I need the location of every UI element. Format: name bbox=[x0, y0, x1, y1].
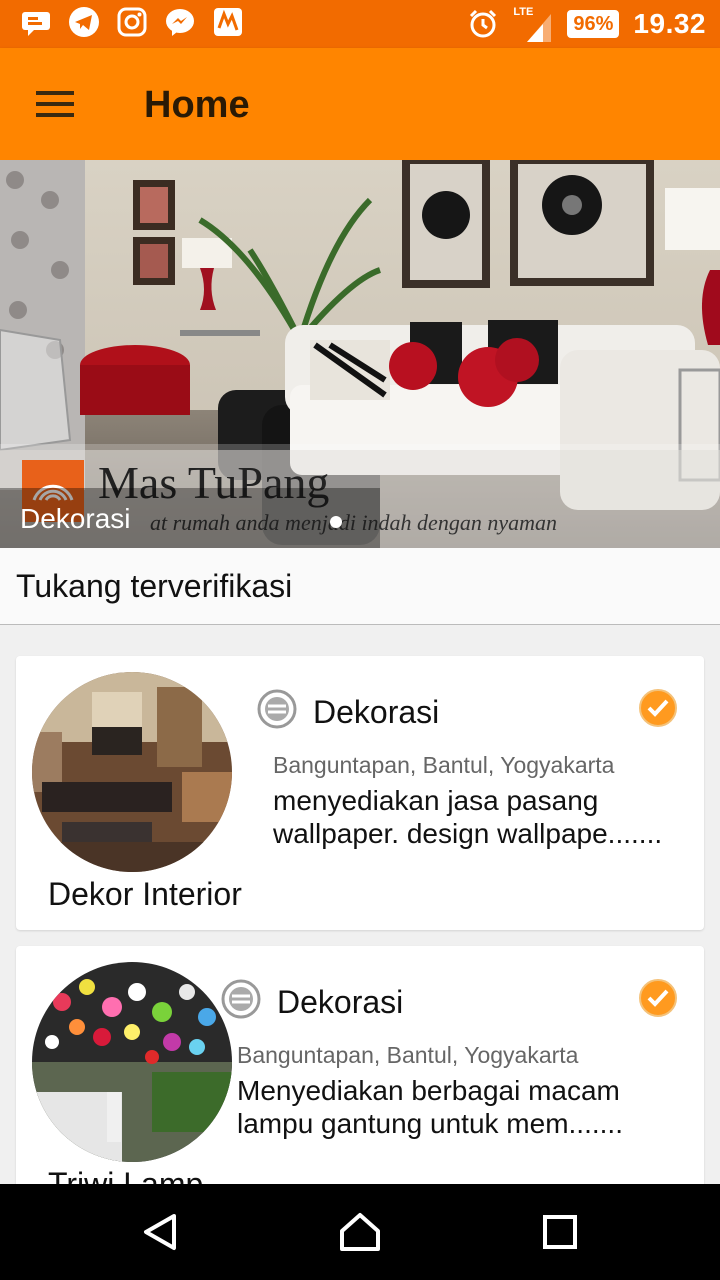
recents-button[interactable] bbox=[500, 1184, 620, 1280]
recents-icon bbox=[543, 1215, 577, 1249]
vendor-description: Menyediakan berbagai macam lampu gantung… bbox=[237, 1075, 623, 1139]
category-icon bbox=[257, 689, 297, 729]
slider-indicator-dot[interactable] bbox=[330, 516, 342, 528]
clock: 19.32 bbox=[633, 8, 706, 39]
verified-check-icon bbox=[639, 689, 677, 727]
banner-slider[interactable]: Mas TuPang at rumah anda menjadi indah d… bbox=[0, 160, 720, 548]
verified-check-icon bbox=[639, 979, 677, 1017]
home-icon bbox=[340, 1213, 380, 1251]
vendor-description: menyediakan jasa pasang wallpaper. desig… bbox=[273, 785, 663, 849]
app-bar: Home bbox=[0, 48, 720, 160]
vendor-card[interactable]: Triwi Lamp Dekorasi Banguntapan, Bantul,… bbox=[16, 946, 704, 1206]
messenger-icon bbox=[166, 9, 194, 36]
signal-icon: LTE bbox=[513, 6, 553, 42]
telegram-icon bbox=[69, 7, 99, 37]
menu-button[interactable] bbox=[22, 76, 86, 132]
notification-icons bbox=[20, 6, 244, 38]
system-icons: LTE 96% 19.32 bbox=[467, 4, 706, 44]
vendor-location: Banguntapan, Bantul, Yogyakarta bbox=[273, 752, 615, 778]
vendor-card[interactable]: Dekor Interior Dekorasi Banguntapan, Ban… bbox=[16, 656, 704, 930]
section-title: Tukang terverifikasi bbox=[16, 568, 293, 604]
back-button[interactable] bbox=[100, 1184, 220, 1280]
system-nav-bar bbox=[0, 1184, 720, 1280]
vendor-avatar bbox=[32, 962, 232, 1162]
vendor-category: Dekorasi bbox=[313, 694, 440, 730]
app-icon bbox=[214, 8, 242, 36]
status-bar: LTE 96% 19.32 bbox=[0, 0, 720, 48]
category-icon bbox=[221, 979, 261, 1019]
battery-indicator: 96% bbox=[567, 10, 620, 38]
vendor-location: Banguntapan, Bantul, Yogyakarta bbox=[237, 1042, 579, 1068]
banner-caption: Dekorasi bbox=[20, 503, 131, 534]
alarm-icon bbox=[470, 9, 497, 38]
vendor-avatar bbox=[32, 672, 232, 872]
message-icon bbox=[22, 12, 50, 36]
hamburger-icon bbox=[36, 91, 74, 95]
vendor-name: Dekor Interior bbox=[48, 876, 242, 912]
back-icon bbox=[144, 1214, 176, 1250]
home-button[interactable] bbox=[300, 1184, 420, 1280]
vendor-category: Dekorasi bbox=[277, 984, 404, 1020]
section-header: Tukang terverifikasi bbox=[0, 548, 720, 625]
instagram-icon bbox=[117, 7, 147, 37]
page-title: Home bbox=[144, 84, 250, 126]
